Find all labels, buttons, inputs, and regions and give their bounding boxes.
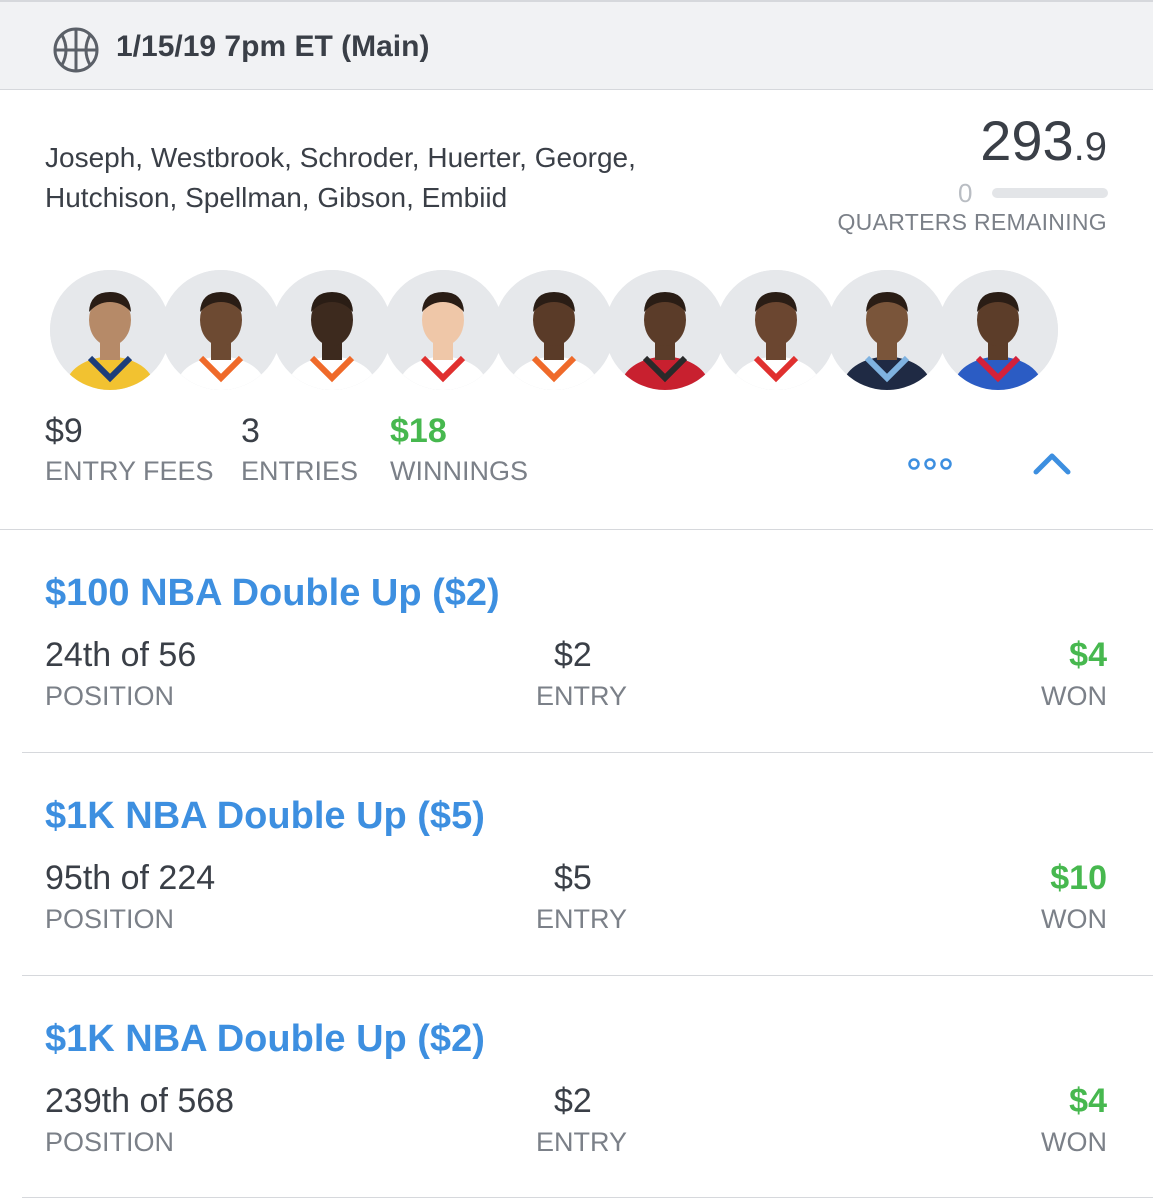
quarters-remaining-value: 0 (958, 178, 973, 208)
position-label: POSITION (45, 904, 175, 934)
player-headshot-icon (383, 270, 503, 390)
player-headshot-icon (272, 270, 392, 390)
player-avatar[interactable] (161, 270, 281, 390)
slate-header: 1/15/19 7pm ET (Main) (0, 0, 1153, 90)
won-label: WON (1041, 1127, 1107, 1157)
more-options-icon[interactable] (906, 456, 954, 472)
player-avatar[interactable] (50, 270, 170, 390)
entry-label: ENTRY (536, 1127, 628, 1157)
contest-entry: $5 (554, 859, 592, 897)
contest-title-link[interactable]: $1K NBA Double Up ($5) (45, 795, 485, 838)
position-label: POSITION (45, 1127, 175, 1157)
quarters-progress-bar (992, 188, 1108, 198)
quarters-remaining-label: QUARTERS REMAINING (837, 209, 1107, 235)
player-headshot-icon (938, 270, 1058, 390)
contest-entry: $2 (554, 1082, 592, 1120)
lineup-score: 293.9 (980, 108, 1107, 173)
score-decimal: .9 (1073, 125, 1107, 169)
entry-fees-value: $9 (45, 412, 83, 450)
contest-entry: $2 (554, 636, 592, 674)
entries-value: 3 (241, 412, 260, 450)
player-avatar[interactable] (716, 270, 836, 390)
player-headshot-icon (494, 270, 614, 390)
player-headshot-icon (50, 270, 170, 390)
entry-fees-label: ENTRY FEES (45, 456, 214, 486)
player-headshot-icon (605, 270, 725, 390)
won-label: WON (1041, 904, 1107, 934)
player-avatar[interactable] (827, 270, 947, 390)
entry-label: ENTRY (536, 681, 628, 711)
contest-title-link[interactable]: $1K NBA Double Up ($2) (45, 1018, 485, 1061)
lineup-roster: Joseph, Westbrook, Schroder, Huerter, Ge… (45, 138, 765, 218)
player-avatar[interactable] (605, 270, 725, 390)
contest-won: $4 (1069, 1082, 1107, 1120)
roster-line: Hutchison, Spellman, Gibson, Embiid (45, 182, 508, 213)
row-divider (22, 752, 1153, 753)
entries-label: ENTRIES (241, 456, 359, 486)
contest-won: $10 (1050, 859, 1107, 897)
contest-position: 239th of 568 (45, 1082, 235, 1120)
section-divider (0, 529, 1153, 530)
score-integer: 293 (980, 109, 1074, 172)
position-label: POSITION (45, 681, 175, 711)
entry-label: ENTRY (536, 904, 628, 934)
player-avatar[interactable] (938, 270, 1058, 390)
player-headshot-icon (716, 270, 836, 390)
player-headshot-icon (827, 270, 947, 390)
slate-title: 1/15/19 7pm ET (Main) (116, 30, 430, 63)
player-avatar[interactable] (494, 270, 614, 390)
row-divider (22, 1197, 1153, 1198)
roster-line: Joseph, Westbrook, Schroder, Huerter, Ge… (45, 142, 636, 173)
chevron-up-icon[interactable] (1032, 450, 1072, 478)
player-headshot-icon (161, 270, 281, 390)
winnings-label: WINNINGS (390, 456, 528, 486)
won-label: WON (1041, 681, 1107, 711)
contest-won: $4 (1069, 636, 1107, 674)
contest-position: 95th of 224 (45, 859, 216, 897)
winnings-value: $18 (390, 412, 447, 450)
player-avatar[interactable] (272, 270, 392, 390)
basketball-icon (53, 27, 99, 73)
contest-position: 24th of 56 (45, 636, 197, 674)
player-avatar[interactable] (383, 270, 503, 390)
contest-title-link[interactable]: $100 NBA Double Up ($2) (45, 572, 500, 615)
row-divider (22, 975, 1153, 976)
